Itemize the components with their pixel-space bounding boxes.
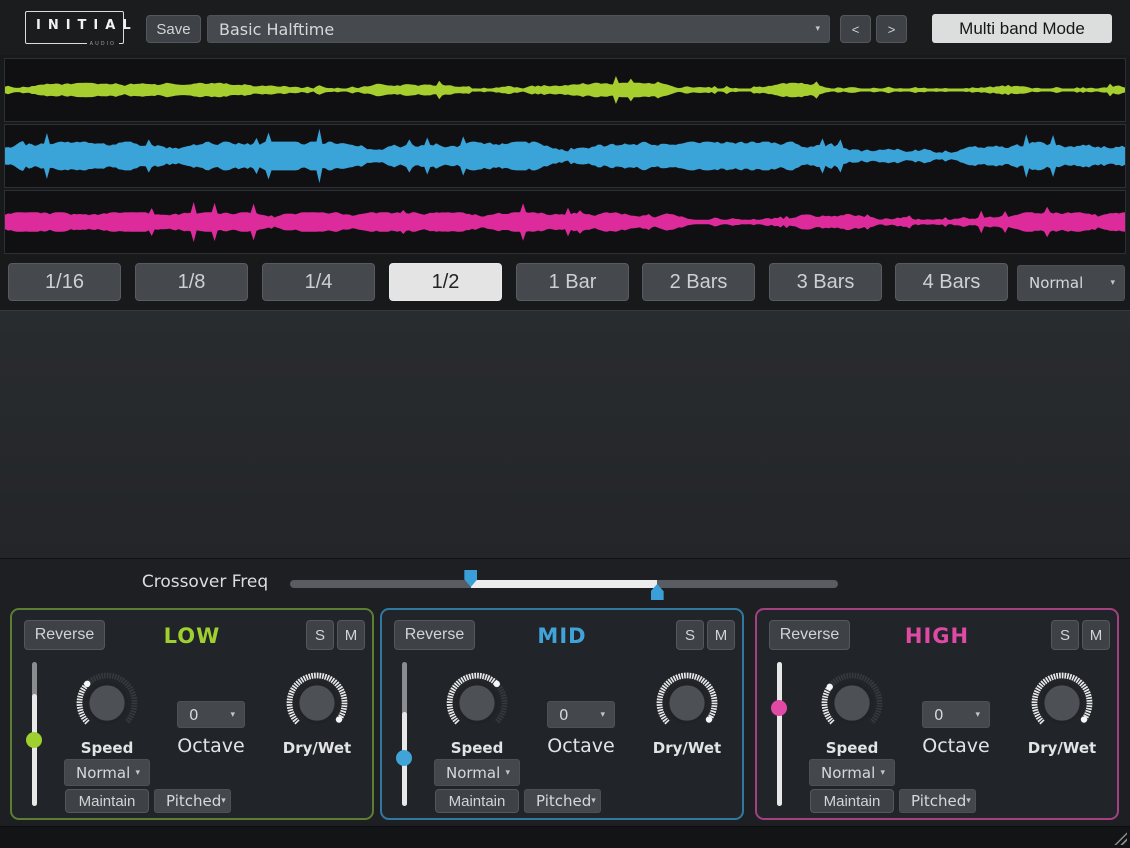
mute-button[interactable]: M	[1082, 620, 1110, 650]
band-mode-value: Normal	[76, 764, 130, 782]
initial-audio-logo: INITIAL AUDIO	[25, 11, 124, 44]
speed-label: Speed	[437, 739, 517, 757]
octave-value: 0	[934, 706, 944, 724]
time-division-bar: 1/16 1/8 1/4 1/2 1 Bar 2 Bars 3 Bars 4 B…	[0, 258, 1130, 310]
maintain-button[interactable]: Maintain	[810, 789, 894, 813]
octave-label: Octave	[531, 735, 631, 757]
band-dry-wet-knob[interactable]	[285, 671, 349, 735]
slider-thumb[interactable]	[26, 732, 42, 748]
speed-knob[interactable]	[75, 671, 139, 735]
slowmo2-plugin-window: INITIAL AUDIO Save Basic Halftime ▾ < > …	[0, 0, 1130, 848]
maintain-button[interactable]: Maintain	[65, 789, 149, 813]
pitch-mode-value: Pitched	[536, 792, 591, 810]
octave-label: Octave	[161, 735, 261, 757]
main-controls-section: Smooth Blend Fast ▾ Fade In SlowMo 2 Fas…	[0, 310, 1130, 558]
chevron-down-icon: ▾	[815, 24, 829, 34]
slider-fill	[777, 662, 782, 806]
chevron-down-icon: ▾	[221, 796, 235, 806]
pitch-mode-dropdown[interactable]: Pitched ▾	[524, 789, 601, 813]
slider-fill	[32, 694, 37, 806]
speed-label: Speed	[812, 739, 892, 757]
band-panel-mid: Reverse MID S M Speed 0 ▾ Octave Dry/Wet…	[380, 608, 744, 820]
octave-dropdown[interactable]: 0 ▾	[547, 701, 615, 728]
band-dry-wet-label: Dry/Wet	[647, 739, 727, 757]
solo-button[interactable]: S	[306, 620, 334, 650]
band-mode-value: Normal	[821, 764, 875, 782]
mute-button[interactable]: M	[337, 620, 365, 650]
top-bar: INITIAL AUDIO Save Basic Halftime ▾ < > …	[0, 0, 1130, 56]
division-button-4-bars[interactable]: 4 Bars	[895, 263, 1008, 301]
speed-knob[interactable]	[445, 671, 509, 735]
speed-knob[interactable]	[820, 671, 884, 735]
speed-label: Speed	[67, 739, 147, 757]
preset-next-button[interactable]: >	[876, 15, 907, 43]
division-button-1-4[interactable]: 1/4	[262, 263, 375, 301]
chevron-down-icon: ▾	[230, 710, 244, 720]
chevron-down-icon: ▾	[975, 710, 989, 720]
preset-value: Basic Halftime	[219, 20, 334, 39]
multi-band-mode-button[interactable]: Multi band Mode	[932, 14, 1112, 43]
division-button-1-8[interactable]: 1/8	[135, 263, 248, 301]
crossover-label: Crossover Freq	[130, 572, 280, 592]
division-button-1-bar[interactable]: 1 Bar	[516, 263, 629, 301]
band-panel-low: Reverse LOW S M Speed 0 ▾ Octave Dry/Wet…	[10, 608, 374, 820]
octave-label: Octave	[906, 735, 1006, 757]
division-button-1-16[interactable]: 1/16	[8, 263, 121, 301]
slider-thumb[interactable]	[396, 750, 412, 766]
octave-value: 0	[189, 706, 199, 724]
waveform-section	[0, 55, 1130, 258]
band-mode-dropdown[interactable]: Normal ▾	[64, 759, 150, 786]
playback-mode-value: Normal	[1029, 274, 1083, 292]
band-panel-high: Reverse HIGH S M Speed 0 ▾ Octave Dry/We…	[755, 608, 1119, 820]
waveform-display-low	[4, 58, 1126, 122]
band-dry-wet-label: Dry/Wet	[1022, 739, 1102, 757]
preset-prev-button[interactable]: <	[840, 15, 871, 43]
octave-value: 0	[559, 706, 569, 724]
pitch-mode-value: Pitched	[911, 792, 966, 810]
band-mode-dropdown[interactable]: Normal ▾	[809, 759, 895, 786]
solo-button[interactable]: S	[1051, 620, 1079, 650]
playback-mode-dropdown[interactable]: Normal ▾	[1017, 265, 1125, 301]
band-mode-dropdown[interactable]: Normal ▾	[434, 759, 520, 786]
pitch-mode-value: Pitched	[166, 792, 221, 810]
chevron-down-icon: ▾	[505, 768, 519, 778]
resize-grip-icon[interactable]	[1111, 829, 1127, 845]
solo-button[interactable]: S	[676, 620, 704, 650]
preset-dropdown[interactable]: Basic Halftime ▾	[207, 15, 830, 43]
brand-subtext: AUDIO	[87, 41, 119, 47]
status-bar	[0, 826, 1130, 848]
band-level-slider[interactable]	[25, 656, 43, 812]
crossover-active-range	[471, 580, 657, 588]
chevron-down-icon: ▾	[591, 796, 605, 806]
chevron-down-icon: ▾	[600, 710, 614, 720]
bands-section: Reverse LOW S M Speed 0 ▾ Octave Dry/Wet…	[0, 605, 1130, 826]
crossover-slider-track[interactable]	[290, 580, 838, 588]
crossover-section: Crossover Freq	[0, 558, 1130, 605]
division-button-3-bars[interactable]: 3 Bars	[769, 263, 882, 301]
chevron-down-icon: ▾	[880, 768, 894, 778]
band-dry-wet-knob[interactable]	[655, 671, 719, 735]
pitch-mode-dropdown[interactable]: Pitched ▾	[899, 789, 976, 813]
division-button-1-2[interactable]: 1/2	[389, 263, 502, 301]
octave-dropdown[interactable]: 0 ▾	[922, 701, 990, 728]
brand-text: INITIAL	[36, 18, 138, 33]
band-dry-wet-label: Dry/Wet	[277, 739, 357, 757]
mute-button[interactable]: M	[707, 620, 735, 650]
maintain-button[interactable]: Maintain	[435, 789, 519, 813]
pitch-mode-dropdown[interactable]: Pitched ▾	[154, 789, 231, 813]
chevron-down-icon: ▾	[135, 768, 149, 778]
division-button-2-bars[interactable]: 2 Bars	[642, 263, 755, 301]
slider-thumb[interactable]	[771, 700, 787, 716]
waveform-display-high	[4, 190, 1126, 254]
band-mode-value: Normal	[446, 764, 500, 782]
band-level-slider[interactable]	[770, 656, 788, 812]
waveform-display-mid	[4, 124, 1126, 188]
chevron-down-icon: ▾	[1110, 278, 1124, 288]
band-dry-wet-knob[interactable]	[1030, 671, 1094, 735]
chevron-down-icon: ▾	[966, 796, 980, 806]
save-button[interactable]: Save	[146, 15, 201, 43]
band-level-slider[interactable]	[395, 656, 413, 812]
octave-dropdown[interactable]: 0 ▾	[177, 701, 245, 728]
